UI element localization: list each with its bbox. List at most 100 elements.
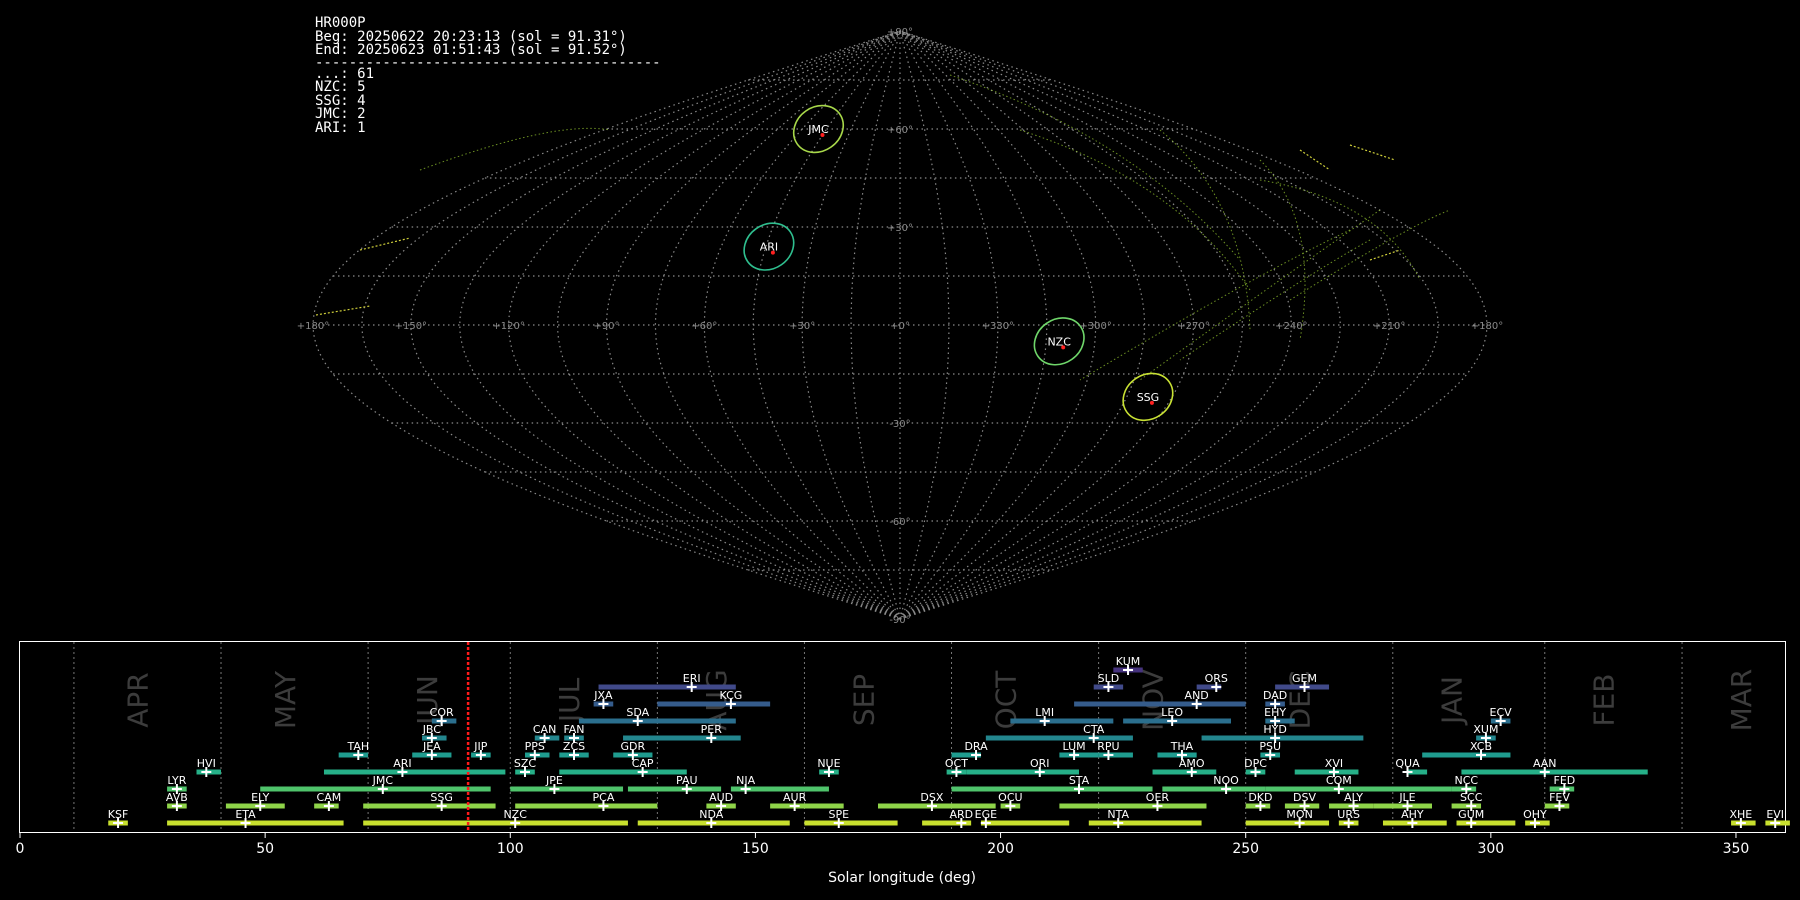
shower-psu: PSU (1259, 740, 1281, 760)
shower-label: KUM (1116, 655, 1140, 668)
shower-nia: NIA (730, 774, 829, 794)
shower-label: JLE (1398, 791, 1415, 804)
shower-label: JBC (422, 723, 442, 736)
shower-label: DRA (964, 740, 988, 753)
shower-label: COM (1326, 774, 1352, 787)
shower-urs: URS (1337, 808, 1360, 828)
shower-label: SCC (1460, 791, 1483, 804)
shower-nzc: NZC (363, 808, 628, 828)
shower-spe: SPE (804, 808, 898, 828)
shower-bar (966, 769, 1079, 775)
shower-label: ERI (683, 672, 701, 685)
shower-label: ORS (1205, 672, 1228, 685)
shower-dad: DAD (1263, 689, 1287, 709)
shower-xum: XUM (1473, 723, 1498, 743)
shower-label: RPU (1097, 740, 1119, 753)
meteor-trail (1369, 249, 1401, 261)
shower-cam: CAM (314, 791, 341, 811)
shower-sld: SLD (1093, 672, 1124, 692)
shower-label: ETA (235, 808, 256, 821)
shower-lyr: LYR (167, 774, 187, 794)
lon-label: +120° (492, 321, 524, 332)
shower-label: SLD (1098, 672, 1120, 685)
shower-pps: PPS (525, 740, 550, 760)
shower-aly: ALY (1329, 791, 1374, 811)
shower-label: FED (1554, 774, 1576, 787)
shower-bar (323, 769, 506, 775)
shower-kum: KUM (1113, 655, 1143, 675)
shower-bar (1201, 735, 1364, 741)
shower-label: JPE (545, 774, 563, 787)
shower-label: OER (1146, 791, 1170, 804)
shower-bar (1265, 786, 1452, 792)
shower-qua: QUA (1395, 757, 1428, 777)
shower-dra: DRA (951, 740, 988, 760)
shower-label: GEM (1292, 672, 1317, 685)
shower-label: ALY (1344, 791, 1363, 804)
shower-label: ECV (1490, 706, 1513, 719)
month-label-may: MAY (269, 670, 302, 729)
shower-bar (598, 684, 736, 690)
shower-bar (623, 735, 741, 741)
x-tick-label: 200 (987, 841, 1014, 857)
meteor-trail (1259, 179, 1421, 281)
shower-bar (559, 769, 687, 775)
meteor-trail (1299, 149, 1331, 171)
lon-label: +210° (1373, 321, 1405, 332)
lat-label: -90° (889, 615, 910, 626)
month-label-mar: MAR (1725, 669, 1758, 732)
shower-label: JXA (593, 689, 613, 702)
shower-ksf: KSF (108, 808, 129, 828)
radiant-markers: JMC ARI NZC SSG (743, 104, 1174, 422)
shower-amo: AMO (1152, 757, 1217, 777)
shower-label: KSF (108, 808, 129, 821)
radiant-label-ari: ARI (760, 241, 778, 254)
x-tick-label: 150 (742, 841, 769, 857)
shower-ege: EGE (975, 808, 1070, 828)
shower-label: XUM (1473, 723, 1498, 736)
shower-bar (770, 803, 844, 809)
x-axis-label: Solar longitude (deg) (828, 870, 976, 886)
lon-label: +270° (1177, 321, 1209, 332)
sky-map: JMC ARI NZC SSG +90° +60° +30° -30° -60° -90° +18… (297, 27, 1503, 626)
shower-bar (985, 735, 1133, 741)
shower-label: PAU (676, 774, 698, 787)
lon-label: +0° (890, 321, 910, 332)
radiant-label-ssg: SSG (1137, 391, 1160, 404)
shower-label: NZC (503, 808, 527, 821)
shower-label: AUD (709, 791, 733, 804)
lat-label: +60° (887, 125, 913, 136)
shower-label: CAP (632, 757, 654, 770)
shower-label: FAN (563, 723, 584, 736)
lon-label: +60° (691, 321, 717, 332)
shower-ohy: OHY (1523, 808, 1550, 828)
shower-label: CTA (1083, 723, 1105, 736)
shower-noo: NOO (1162, 774, 1266, 794)
shower-aan: AAN (1461, 757, 1648, 777)
shower-label: NTA (1107, 808, 1129, 821)
shower-cor: COR (430, 706, 457, 726)
shower-dpc: DPC (1244, 757, 1267, 777)
x-tick-label: 0 (16, 841, 25, 857)
x-axis-ticks: 0 50 100 150 200 250 300 350 (16, 833, 1749, 857)
shower-label: OHY (1523, 808, 1547, 821)
shower-label: SSG (430, 791, 453, 804)
shower-label: DSV (1293, 791, 1316, 804)
shower-label: CAM (317, 791, 342, 804)
meteor-trail (359, 237, 411, 251)
shower-label: AND (1185, 689, 1209, 702)
x-tick-label: 250 (1232, 841, 1259, 857)
x-tick-label: 50 (256, 841, 274, 857)
shower-label: AHY (1401, 808, 1424, 821)
shower-label: GDR (621, 740, 646, 753)
shower-oct: OCT (945, 757, 968, 777)
shower-ari: ARI (323, 757, 506, 777)
shower-bar (1294, 769, 1359, 775)
shower-sta: STA (951, 774, 1153, 794)
shower-fev: FEV (1544, 791, 1570, 811)
shower-bar (363, 803, 496, 809)
shower-mon: MON (1245, 808, 1330, 828)
shower-label: NIA (736, 774, 755, 787)
shower-jle: JLE (1373, 791, 1432, 811)
x-tick-label: 100 (497, 841, 524, 857)
